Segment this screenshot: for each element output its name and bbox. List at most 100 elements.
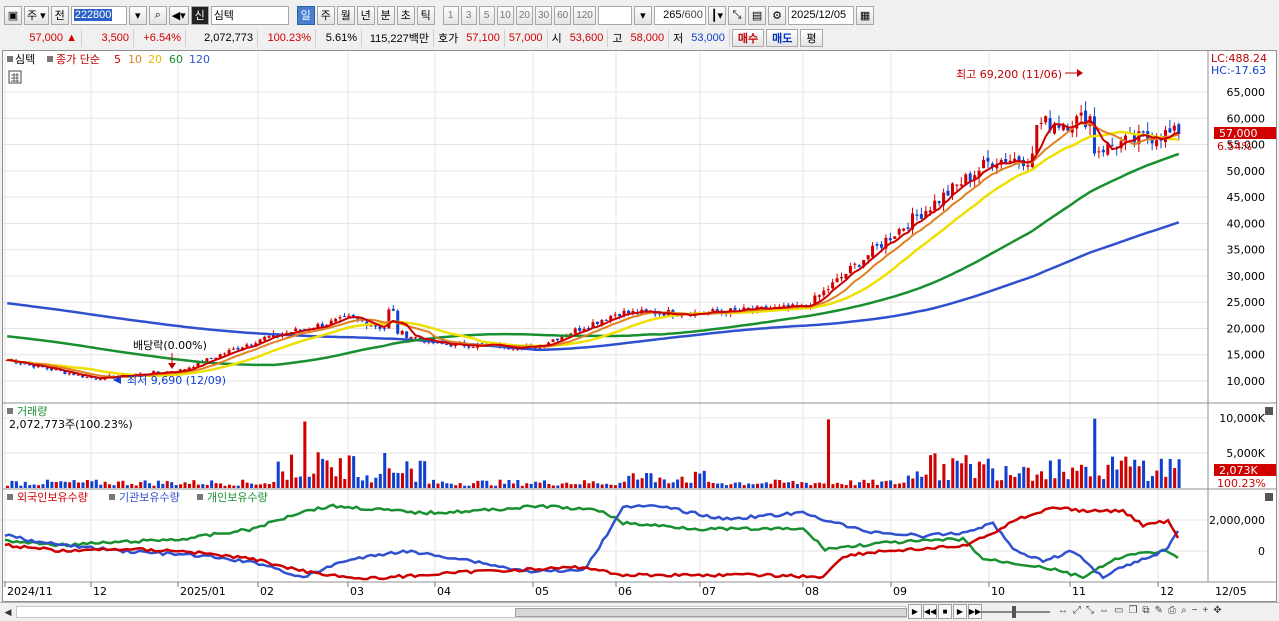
period-month-button[interactable]: 월 [336, 5, 355, 25]
copy-icon[interactable]: ❐ [1128, 605, 1137, 616]
volume-bar [911, 478, 915, 488]
next-icon[interactable]: ▶ [908, 604, 922, 619]
volume-bar [534, 481, 538, 488]
volume-bar [440, 481, 444, 488]
period-week-button[interactable]: 주 [316, 5, 335, 25]
individual-holding-line[interactable] [4, 503, 1179, 580]
interval-1-button[interactable]: 1 [442, 5, 459, 25]
volume-bar [933, 453, 937, 488]
candle-body [946, 190, 950, 196]
period-second-button[interactable]: 초 [396, 5, 415, 25]
prev-button[interactable]: 전 [50, 5, 69, 25]
candle-body [835, 278, 839, 283]
edit-icon[interactable]: ✎ [1155, 605, 1163, 616]
volume-bar [298, 476, 302, 488]
legend-institution-holding[interactable]: 기관보유수량 [119, 491, 180, 504]
candle-body [209, 357, 213, 359]
interval-20-button[interactable]: 20 [515, 5, 533, 25]
zoom-search-icon[interactable]: ⌕ [1181, 605, 1187, 616]
holding-panel-close-icon[interactable] [1265, 493, 1273, 501]
volume-panel-close-icon[interactable] [1265, 407, 1273, 415]
candle-icon[interactable]: ┃▾ [707, 5, 727, 25]
speaker-icon[interactable]: ◀▾ [168, 5, 189, 25]
sell-button[interactable]: 매도 [766, 29, 799, 47]
play-icon[interactable]: ▶ [953, 604, 967, 619]
period-type-select[interactable]: 주 ▾ [24, 5, 49, 25]
zoom-slider-knob[interactable] [1012, 606, 1016, 618]
window-icon[interactable]: ▭ [1114, 605, 1123, 616]
period-day-button[interactable]: 일 [296, 5, 315, 25]
interval-120-button[interactable]: 120 [573, 5, 596, 25]
price-legend: 심텍 종가 단순 5 10 20 60 120 [7, 53, 210, 84]
legend-stock-name[interactable]: 심텍 [15, 53, 35, 66]
candle-body [906, 227, 910, 229]
legend-ma5[interactable]: 5 [114, 53, 121, 66]
gear-icon[interactable]: ⚙ [768, 5, 787, 25]
ma120-line[interactable] [7, 221, 1180, 352]
candle-body [334, 318, 338, 322]
interval-60-button[interactable]: 60 [554, 5, 572, 25]
candle-body [826, 289, 830, 291]
volume-bar [542, 480, 547, 488]
volume-bar [103, 481, 107, 488]
candle-body [1008, 160, 1012, 162]
volume-bar [187, 483, 191, 488]
code-dropdown-icon[interactable]: ▾ [128, 5, 147, 25]
scroll-track[interactable] [16, 606, 907, 618]
link-icon[interactable]: ⧉ [1142, 605, 1149, 616]
custom-interval-select[interactable] [597, 5, 632, 25]
candle-body [391, 308, 395, 311]
scroll-thumb[interactable] [515, 608, 907, 617]
zoom-in-icon[interactable]: + [1202, 605, 1208, 616]
layout-icon[interactable]: ▣ [4, 5, 22, 25]
stock-name-field[interactable]: 심텍 [210, 5, 289, 25]
interval-3-button[interactable]: 3 [460, 5, 477, 25]
rewind-icon[interactable]: ◀◀ [923, 604, 937, 619]
zoom-out-icon[interactable]: − [1192, 605, 1198, 616]
chart-tool-icon[interactable]: ⤡ [728, 5, 747, 25]
period-year-button[interactable]: 년 [356, 5, 375, 25]
volume-title[interactable]: 거래량 [17, 405, 47, 418]
data-count-field[interactable]: 265/600 [653, 5, 706, 25]
volume-bar [116, 481, 120, 488]
volume-bar [432, 479, 436, 488]
compress-icon[interactable]: ⤡ [1086, 605, 1094, 616]
candle-body [879, 244, 883, 248]
legend-ma20[interactable]: 20 [148, 53, 162, 66]
institution-holding-line[interactable] [4, 504, 1180, 580]
scroll-left-icon[interactable]: ◀ [2, 604, 14, 620]
save-icon[interactable]: ▤ [748, 5, 767, 25]
interval-30-button[interactable]: 30 [534, 5, 553, 25]
move-icon[interactable]: ✥ [1213, 605, 1221, 616]
custom-interval-dropdown-icon[interactable]: ▾ [633, 5, 652, 25]
legend-ma120[interactable]: 120 [189, 53, 210, 66]
expand-icon[interactable]: ⤢ [1073, 605, 1081, 616]
legend-ma60[interactable]: 60 [169, 53, 183, 66]
legend-foreign-holding[interactable]: 외국인보유수량 [17, 491, 88, 504]
eval-button[interactable]: 평 [800, 29, 823, 47]
interval-10-button[interactable]: 10 [496, 5, 514, 25]
x-tick-label: 2024/11 [7, 585, 53, 598]
date-input[interactable]: 2025/12/05 [788, 5, 855, 25]
stock-code-input[interactable]: 222800 [70, 5, 127, 25]
pan-icon[interactable]: ↔ [1058, 605, 1068, 616]
chart-area[interactable]: 심텍 종가 단순 5 10 20 60 120 65,000 60,000 5 5,0… [2, 50, 1277, 602]
legend-individual-holding[interactable]: 개인보유수량 [207, 491, 268, 504]
print-icon[interactable]: ⎙ [1168, 605, 1176, 616]
period-minute-button[interactable]: 분 [376, 5, 395, 25]
volume-bar [560, 483, 564, 488]
buy-button[interactable]: 매수 [731, 29, 765, 47]
interval-5-button[interactable]: 5 [478, 5, 495, 25]
fit-icon[interactable]: ⇔ [1099, 605, 1109, 616]
period-tick-button[interactable]: 틱 [416, 5, 435, 25]
stop-icon[interactable]: ■ [938, 604, 952, 619]
legend-ma-title[interactable]: 종가 단순 [56, 53, 100, 66]
ask-price: 57,100 [462, 29, 505, 47]
bid-price: 57,000 [505, 29, 548, 47]
volume-bar [649, 473, 653, 488]
legend-ma10[interactable]: 10 [128, 53, 142, 66]
calendar-icon[interactable]: ▦ [856, 5, 875, 25]
search-icon[interactable]: ⌕ [148, 5, 167, 25]
foreign-holding-line[interactable] [4, 506, 1180, 581]
chart-canvas[interactable]: 심텍 종가 단순 5 10 20 60 120 65,000 60,000 5 5,0… [3, 51, 1276, 601]
